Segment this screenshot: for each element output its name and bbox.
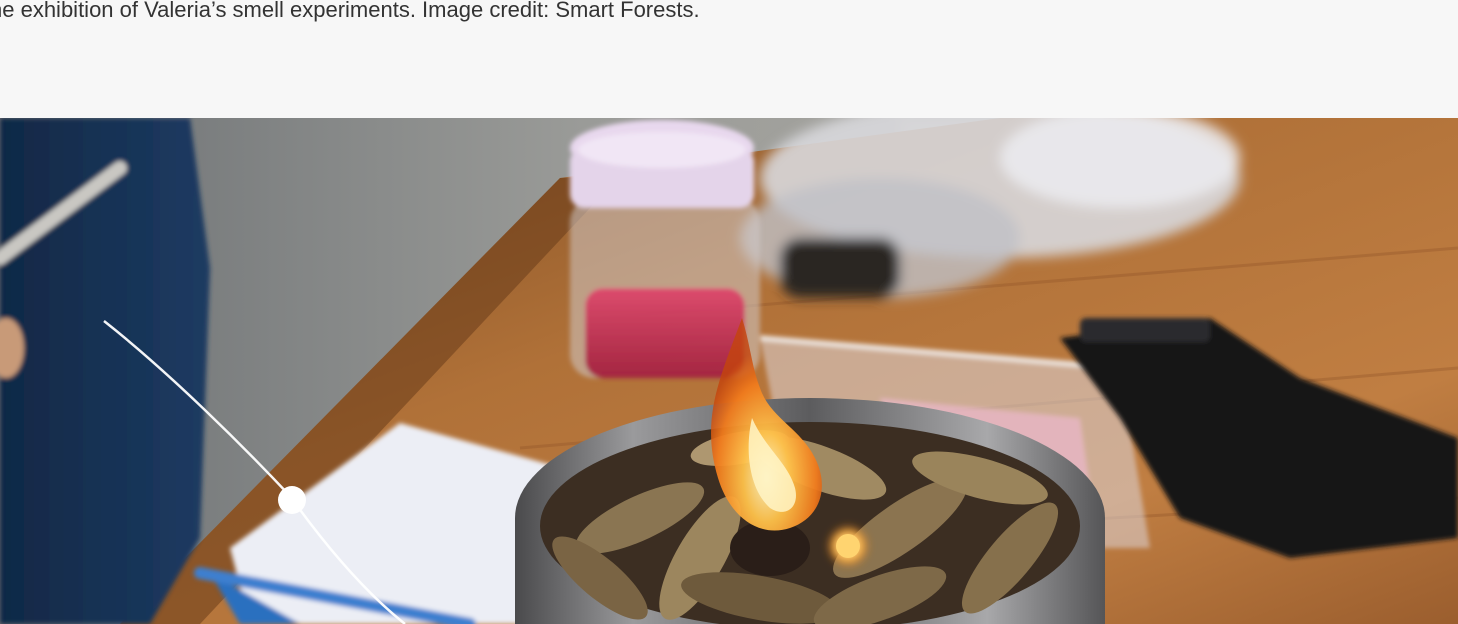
- article-page: he exhibition of Valeria’s smell experim…: [0, 0, 1458, 624]
- burning-leaves-photo-icon: [0, 118, 1458, 624]
- image-caption: he exhibition of Valeria’s smell experim…: [0, 0, 700, 22]
- article-photo: [0, 118, 1458, 624]
